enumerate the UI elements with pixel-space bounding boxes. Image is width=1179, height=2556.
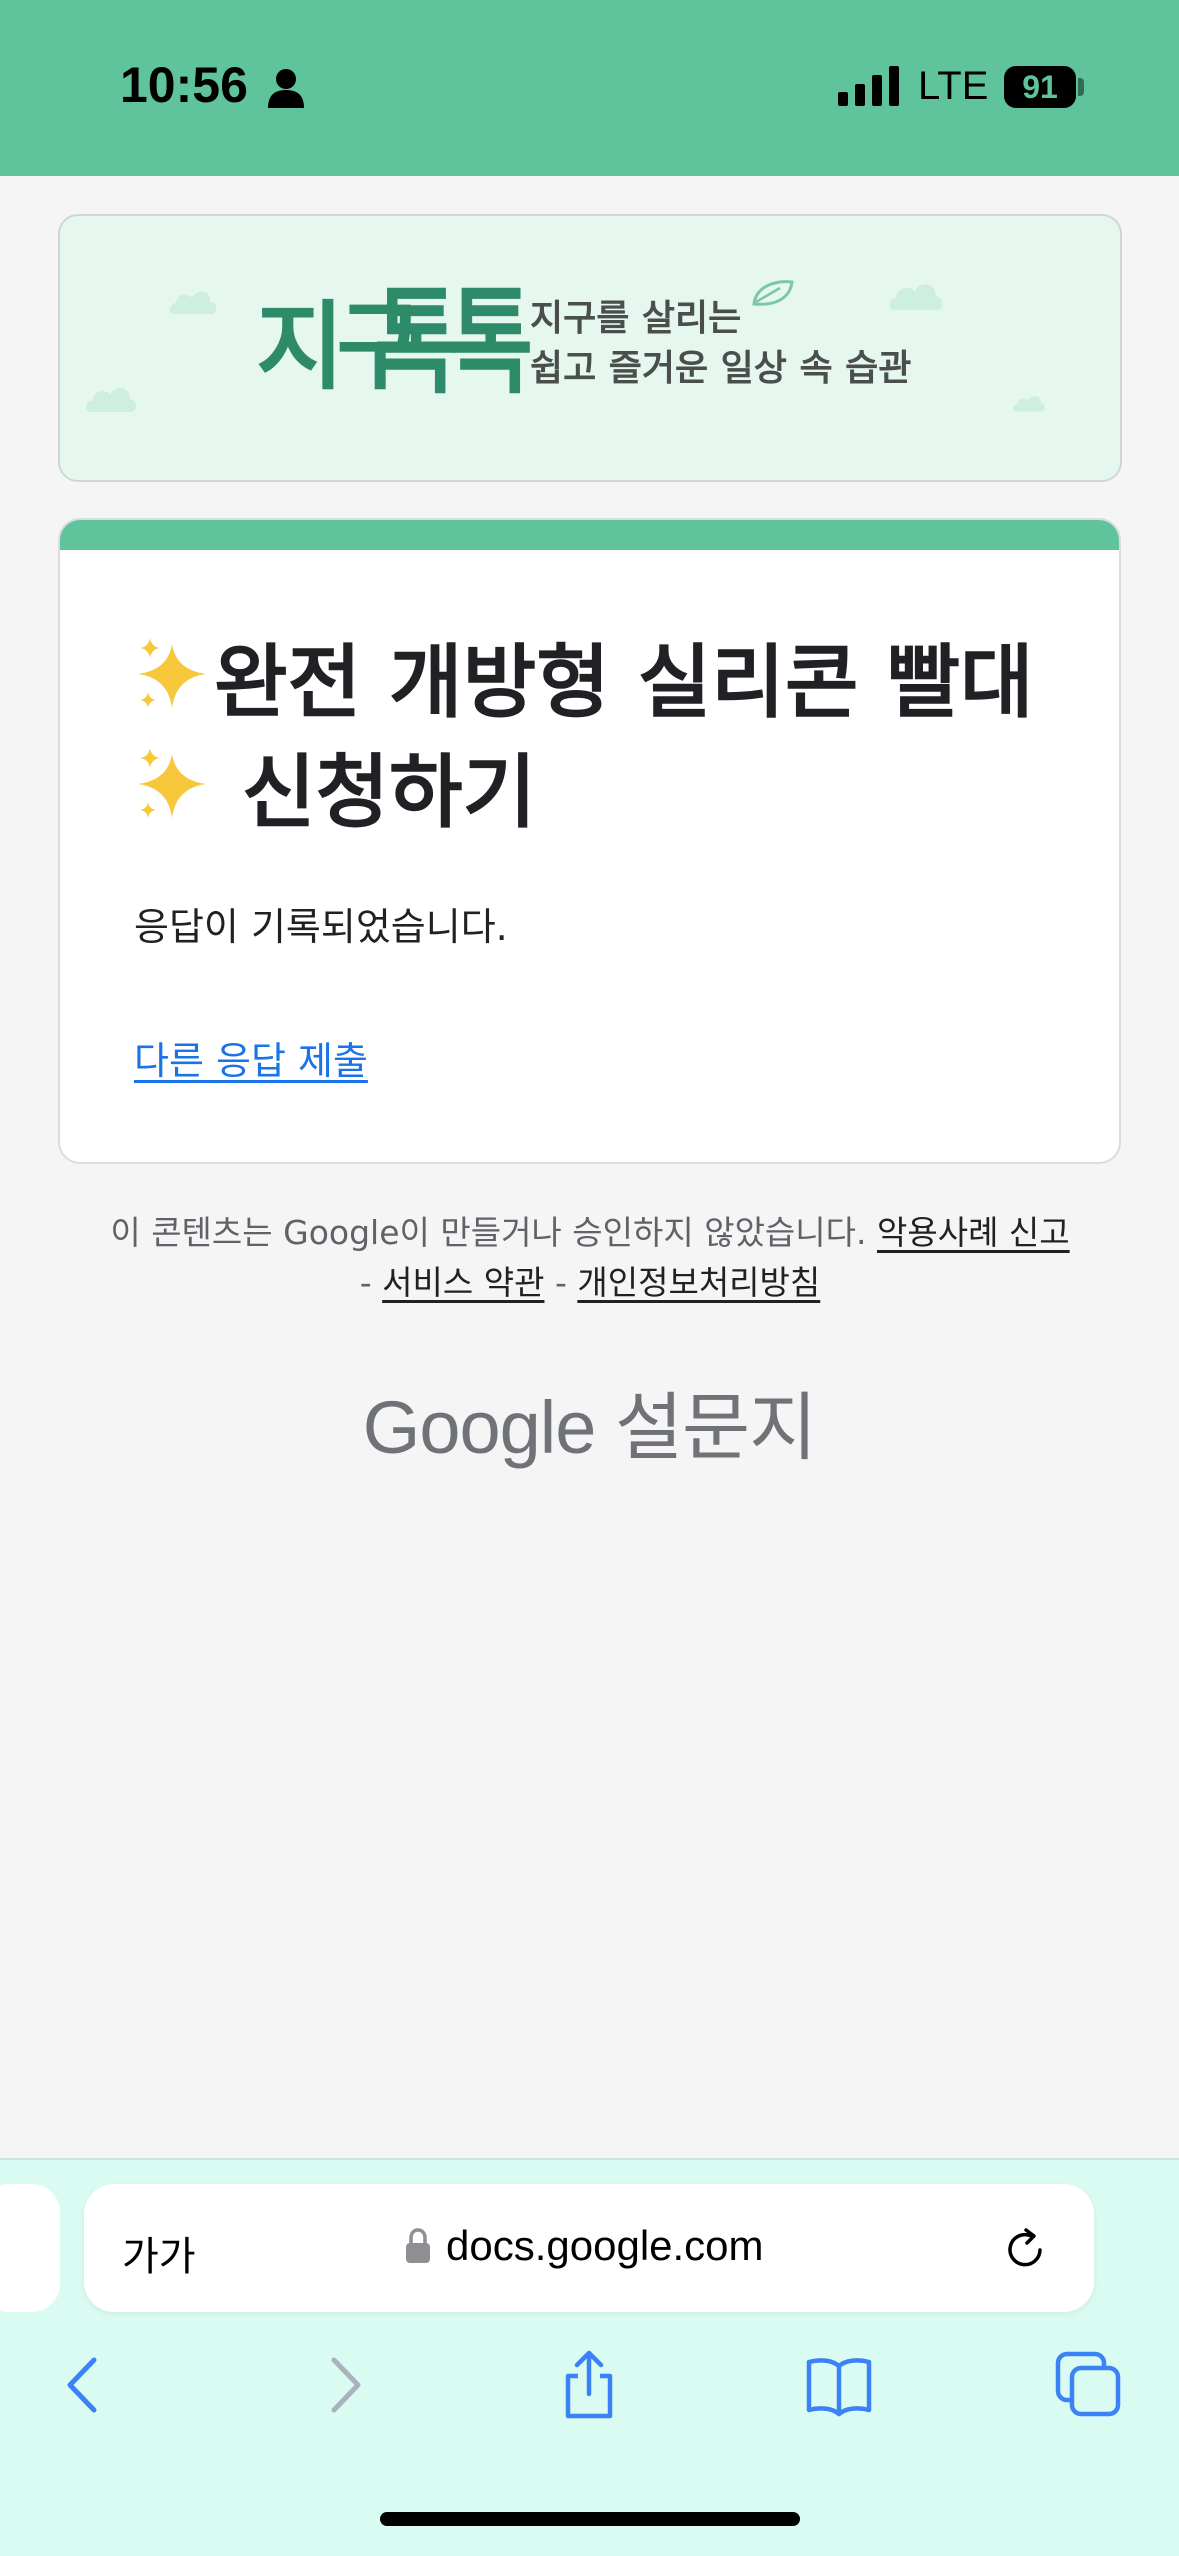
reload-icon[interactable] (1002, 2226, 1048, 2272)
person-icon (268, 69, 304, 108)
form-confirmation-card: 완전 개방형 실리콘 빨대 신청하기 응답이 기록되었습니다. 다른 응답 제출 (58, 518, 1121, 1164)
text-size-button[interactable]: 가가 (122, 2224, 196, 2282)
header-banner: 지구 톡톡 지구를 살리는 쉽고 즐거운 일상 속 습관 (58, 214, 1122, 482)
status-time: 10:56 (120, 57, 248, 113)
form-title-line-2: 신청하기 (134, 738, 1094, 848)
confirmation-message: 응답이 기록되었습니다. (134, 905, 508, 949)
tagline-line-2: 쉽고 즐거운 일상 속 습관 (530, 348, 912, 389)
url-text[interactable]: docs.google.com (446, 2222, 764, 2270)
address-bar[interactable]: 가가 docs.google.com (84, 2184, 1094, 2312)
bookmarks-icon[interactable] (804, 2350, 874, 2420)
brand-forms: 설문지 (614, 1386, 817, 1469)
report-abuse-link[interactable]: 악용사례 신고 (877, 1213, 1070, 1252)
tabs-icon[interactable] (1054, 2350, 1124, 2420)
browser-toolbar: 가가 docs.google.com (0, 2158, 1179, 2556)
brand-google: Google (362, 1386, 597, 1469)
cellular-signal-icon (838, 66, 899, 106)
lock-icon (406, 2228, 430, 2263)
tagline-line-1: 지구를 살리는 (530, 298, 742, 339)
forward-icon[interactable] (306, 2350, 376, 2420)
privacy-policy-link[interactable]: 개인정보처리방침 (577, 1263, 820, 1302)
banner-tagline: 지구를 살리는 쉽고 즐거운 일상 속 습관 (530, 294, 911, 394)
status-bar: 10:56 LTE 91 (0, 0, 1179, 176)
previous-tab-preview[interactable] (0, 2184, 60, 2312)
battery-cap (1078, 78, 1084, 96)
terms-of-service-link[interactable]: 서비스 약관 (382, 1263, 544, 1302)
jigutoktok-logo: 지구 톡톡 (256, 275, 540, 410)
cloud-icon (169, 291, 217, 314)
footer-disclaimer: 이 콘텐츠는 Google이 만들거나 승인하지 않았습니다. 악용사례 신고 … (60, 1208, 1120, 1308)
sparkles-icon (138, 748, 206, 818)
svg-text:톡톡: 톡톡 (374, 275, 530, 410)
form-title: 완전 개방형 실리콘 빨대 신청하기 (134, 628, 1094, 848)
share-icon[interactable] (554, 2350, 624, 2420)
back-icon[interactable] (52, 2350, 122, 2420)
cloud-icon (1013, 396, 1045, 412)
sparkles-icon (138, 638, 206, 708)
separator: - (554, 1263, 567, 1302)
network-type: LTE (918, 64, 989, 108)
footer-line-2: - 서비스 약관 - 개인정보처리방침 (60, 1258, 1120, 1308)
separator: - (359, 1263, 372, 1302)
form-title-line-1: 완전 개방형 실리콘 빨대 (134, 628, 1094, 738)
disclaimer-text: 이 콘텐츠는 Google이 만들거나 승인하지 않았습니다. (110, 1213, 867, 1252)
home-indicator[interactable] (380, 2512, 800, 2526)
battery-indicator: 91 (1004, 66, 1076, 108)
form-title-text-2: 신청하기 (241, 746, 537, 839)
leaf-icon (752, 280, 794, 306)
cloud-icon (86, 387, 136, 412)
footer-line-1: 이 콘텐츠는 Google이 만들거나 승인하지 않았습니다. 악용사례 신고 (60, 1208, 1120, 1258)
google-forms-logo: Google 설문지 (0, 1368, 1179, 1475)
submit-another-response-link[interactable]: 다른 응답 제출 (134, 1030, 368, 1085)
form-title-text-1: 완전 개방형 실리콘 빨대 (214, 636, 1034, 729)
card-accent-bar (60, 520, 1119, 550)
